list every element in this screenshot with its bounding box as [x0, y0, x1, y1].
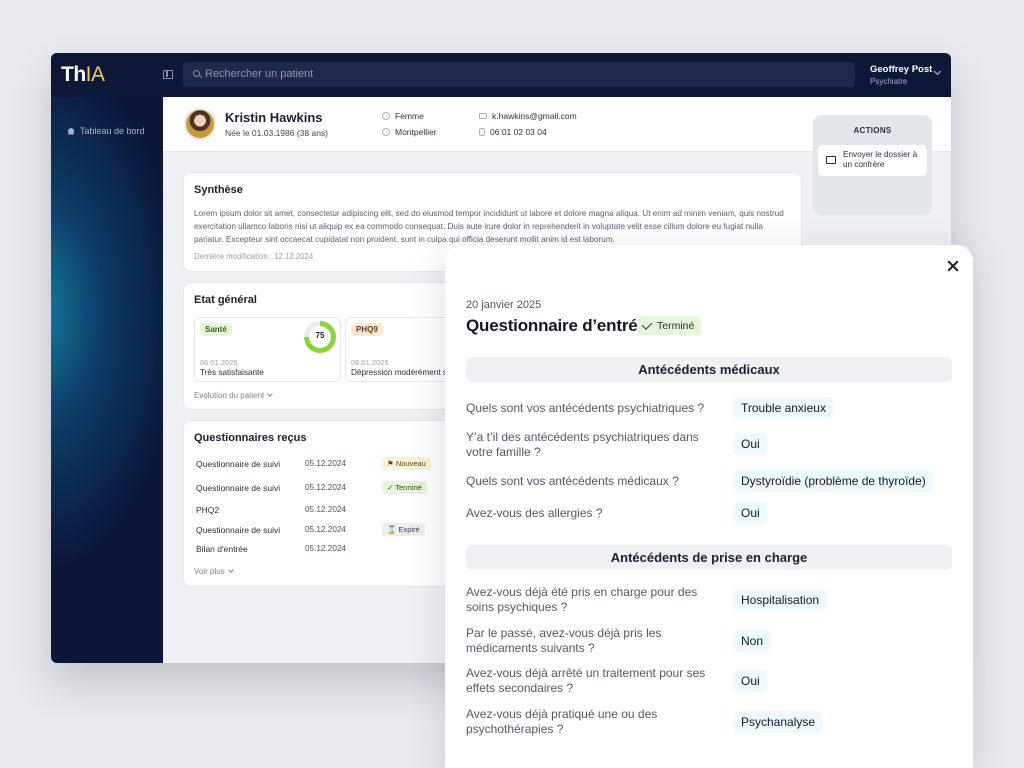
answer-value: Non [734, 630, 771, 652]
actions-title: ACTIONS [853, 126, 892, 135]
patient-gender: Femme [382, 111, 424, 121]
logo[interactable]: ThIA [61, 63, 105, 87]
question-label: Y’a t’il des antécédents psychiatriques … [466, 430, 699, 459]
user-icon [382, 112, 390, 120]
user-role: Psychiatre [870, 77, 908, 86]
panel-title: Questionnaire d’entrée [466, 316, 647, 335]
answer-value: Psychanalyse [734, 711, 823, 733]
tag-sante: Santé [200, 323, 232, 336]
section-header: Antécédents médicaux [466, 357, 952, 382]
sidebar-toggle-icon[interactable] [163, 70, 173, 79]
user-name: Geoffrey Post [870, 64, 933, 75]
phone-icon [479, 128, 485, 136]
question-label: Avez-vous déjà pratiqué une ou des psych… [466, 707, 658, 736]
patient-phone[interactable]: 06 01 02 03 04 [479, 127, 547, 137]
patient-email[interactable]: k.hawkins@gmail.com [479, 111, 577, 121]
actions-panel: ACTIONS Envoyer le dossier à un confrère [813, 115, 932, 215]
panel-date: 20 janvier 2025 [466, 299, 542, 311]
answer-value: Oui [734, 502, 767, 524]
sidebar: Tableau de bord [51, 53, 163, 663]
sidebar-item-label: Tableau de bord [80, 126, 145, 136]
question-label: Avez-vous déjà arrêté un traitement pour… [466, 666, 706, 695]
search-icon [193, 70, 200, 77]
search-input[interactable]: Rechercher un patient [205, 68, 313, 80]
tag-phq9: PHQ9 [351, 323, 383, 336]
question-label: Avez-vous déjà été pris en charge pour d… [466, 585, 698, 614]
patient-birthdate: Née le 01.03.1986 (38 ans) [225, 128, 329, 138]
home-icon [67, 127, 75, 135]
question-label: Quels sont vos antécédents psychiatrique… [466, 401, 705, 415]
search-bar[interactable]: Rechercher un patient [183, 62, 855, 87]
answer-value: Oui [734, 670, 767, 692]
answer-value: Oui [734, 433, 767, 455]
health-date: 06.01.2025 [200, 358, 238, 367]
topbar: ThIA Rechercher un patient Geoffrey Post… [51, 53, 951, 97]
score-value: 75 [315, 331, 325, 340]
patient-city: Montpellier [382, 127, 437, 137]
status-badge: ⌛ Expiré [382, 523, 425, 536]
answer-value: Trouble anxieux [734, 397, 833, 419]
synthese-last-modified: Dernière modification : 12.12.2024 [194, 252, 314, 261]
evolution-link[interactable]: Evolution du patient [194, 391, 274, 400]
voir-plus-link[interactable]: Voir plus [194, 567, 234, 576]
answer-value: Hospitalisation [734, 589, 827, 611]
etat-general-title: Etat général [194, 294, 257, 306]
user-menu[interactable]: Geoffrey Post Psychiatre [870, 64, 932, 86]
sidebar-item-dashboard[interactable]: Tableau de bord [67, 126, 145, 136]
question-label: Avez-vous des allergies ? [466, 506, 603, 520]
chevron-down-icon [267, 391, 274, 397]
question-label: Par le passé, avez-vous déjà pris les mé… [466, 626, 662, 655]
score-ring: 75 [304, 321, 336, 353]
patient-name: Kristin Hawkins [225, 110, 323, 125]
synthese-text: Lorem ipsum dolor sit amet, consectetur … [194, 209, 784, 244]
send-dossier-button[interactable]: Envoyer le dossier à un confrère [818, 145, 927, 176]
chevron-down-icon [227, 567, 234, 573]
answer-value: Dystyroïdie (problème de thyroïde) [734, 470, 933, 492]
status-badge: ⚑ Nouveau [382, 457, 431, 470]
questionnaire-panel: 20 janvier 2025 Questionnaire d’entrée T… [445, 245, 973, 768]
health-value: Très satisfaisante [200, 368, 264, 377]
mail-icon [479, 113, 487, 119]
chevron-down-icon[interactable] [933, 67, 942, 76]
status-badge: ✓ Terminé [382, 481, 427, 494]
check-icon [641, 318, 653, 330]
questionnaires-title: Questionnaires reçus [194, 432, 307, 444]
avatar [184, 108, 216, 140]
section-header: Antécédents de prise en charge [466, 545, 952, 570]
health-score-card[interactable]: Santé 75 06.01.2025 Très satisfaisante [194, 317, 341, 382]
phq9-date: 06.01.2025 [351, 358, 389, 367]
folder-share-icon [826, 156, 836, 164]
close-icon[interactable] [944, 257, 962, 275]
location-icon [382, 128, 390, 136]
question-label: Quels sont vos antécédents médicaux ? [466, 474, 679, 488]
status-badge: Terminé [637, 316, 702, 335]
synthese-title: Synthèse [194, 184, 243, 196]
